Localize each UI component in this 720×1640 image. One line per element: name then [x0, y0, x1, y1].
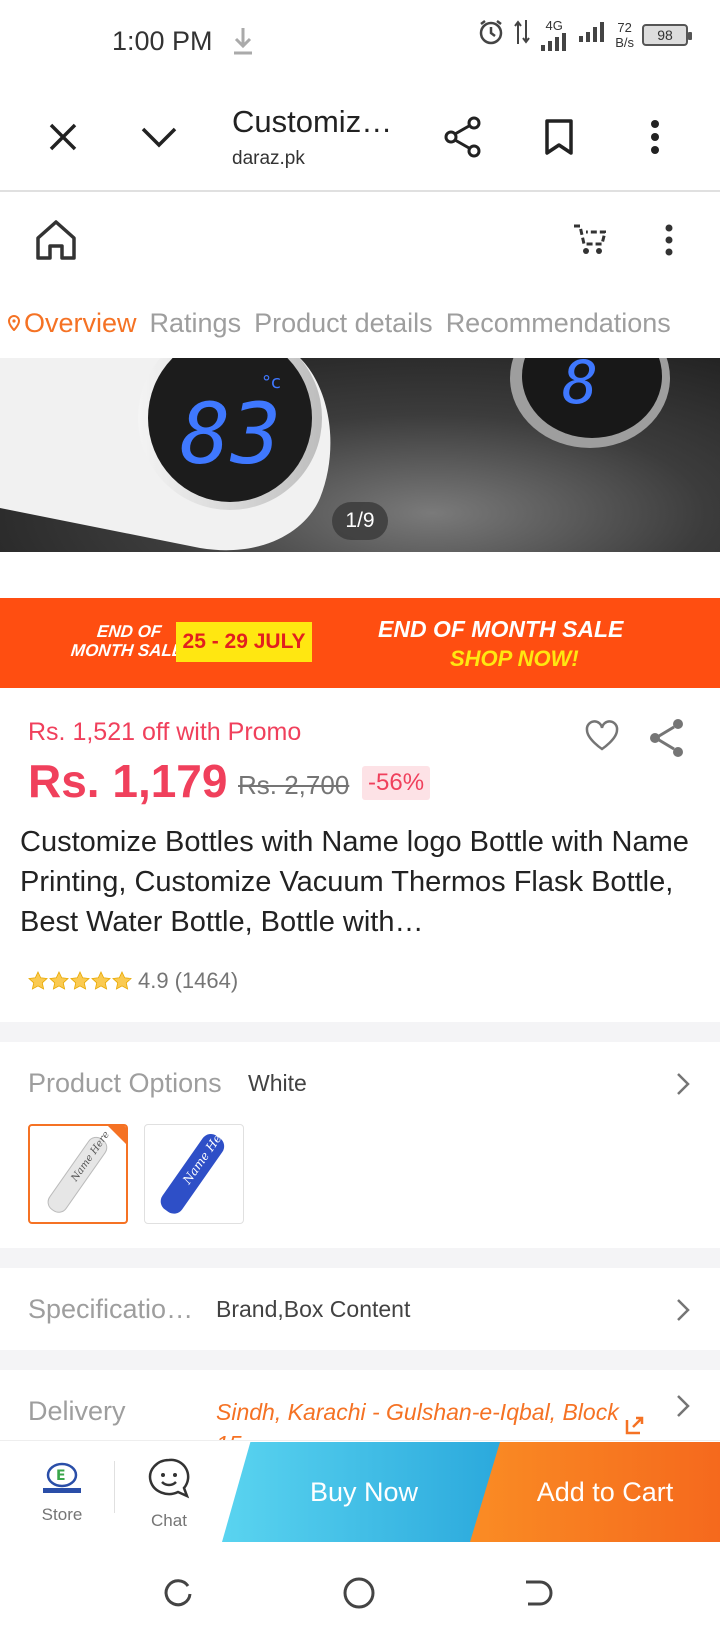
tab-overview[interactable]: Overview — [8, 308, 137, 339]
product-share-icon[interactable] — [648, 718, 686, 763]
network-speed: 72 B/s — [615, 19, 634, 50]
browser-toolbar: Customiz… daraz.pk — [0, 82, 720, 192]
chevron-down-icon[interactable] — [134, 112, 184, 162]
star-icon — [28, 971, 48, 990]
tab-ratings[interactable]: Ratings — [150, 308, 242, 339]
network-type: 4G — [545, 18, 563, 33]
svg-text:Name Here: Name Here — [69, 1129, 112, 1184]
wishlist-heart-icon[interactable] — [584, 720, 620, 757]
chat-icon — [148, 1458, 190, 1499]
battery-icon: 98 — [642, 23, 692, 46]
sale-banner[interactable]: END OF MONTH SALE 25 - 29 JULY END OF MO… — [0, 598, 720, 688]
options-selected: White — [248, 1070, 307, 1096]
share-icon[interactable] — [438, 112, 488, 162]
section-tabs: Overview Ratings Product details Recomme… — [0, 288, 720, 358]
signal-icon — [541, 33, 567, 51]
svg-text:83: 83 — [180, 385, 281, 483]
original-price: Rs. 2,700 — [238, 770, 350, 800]
recent-apps-icon[interactable] — [162, 1576, 194, 1613]
page-url: daraz.pk — [232, 148, 305, 169]
back-icon[interactable] — [522, 1576, 554, 1613]
site-header — [0, 194, 720, 288]
star-icon — [49, 971, 69, 990]
image-counter: 1/9 — [332, 502, 388, 540]
star-icon — [70, 971, 90, 990]
network-indicator: 4G — [539, 18, 569, 51]
store-logo-icon: E — [43, 1462, 81, 1493]
rating-value: 4.9 — [138, 968, 169, 993]
product-title: Customize Bottles with Name logo Bottle … — [20, 826, 689, 938]
alarm-icon — [477, 18, 505, 51]
specifications-value: Brand,Box Content — [216, 1296, 411, 1322]
banner-headline: END OF MONTH SALE — [378, 616, 624, 642]
svg-text:Name Here: Name Here — [179, 1125, 231, 1188]
tab-recommendations[interactable]: Recommendations — [446, 308, 671, 339]
status-bar: 1:00 PM 4G 72 B/s 98 — [0, 0, 720, 82]
delivery-label: Delivery — [28, 1396, 126, 1426]
svg-text:8: 8 — [562, 358, 598, 418]
rating-count: (1464) — [174, 968, 239, 993]
buy-now-button[interactable]: Buy Now — [222, 1442, 506, 1542]
delivery-location: Sindh, Karachi - Gulshan-e-Iqbal, Block … — [216, 1399, 619, 1440]
site-menu-icon[interactable] — [664, 224, 674, 261]
download-icon — [232, 26, 254, 61]
section-divider — [0, 1350, 720, 1370]
home-icon[interactable] — [34, 218, 78, 267]
status-time: 1:00 PM — [112, 26, 213, 56]
star-icon — [91, 971, 111, 990]
banner-badge: END OF MONTH SALE — [70, 622, 185, 660]
current-price: Rs. 1,179 — [28, 755, 228, 807]
banner-dates: 25 - 29 JULY — [176, 622, 312, 662]
page-title: Customiz… — [232, 104, 393, 139]
specifications-label: Specificatio… — [28, 1294, 194, 1324]
system-nav-bar — [0, 1546, 720, 1640]
options-label: Product Options — [28, 1068, 222, 1098]
action-separator — [114, 1461, 115, 1513]
chevron-right-icon — [676, 1072, 690, 1101]
star-rating — [28, 971, 132, 991]
svg-text:E: E — [56, 1468, 66, 1484]
bookmark-icon[interactable] — [534, 112, 584, 162]
cart-icon[interactable] — [572, 220, 607, 261]
section-divider — [0, 1022, 720, 1042]
option-thumb-white[interactable]: Name Here — [28, 1124, 128, 1224]
section-divider — [0, 1248, 720, 1268]
edit-location-icon[interactable] — [624, 1414, 646, 1441]
close-icon[interactable] — [38, 112, 88, 162]
discount-badge: -56% — [362, 766, 431, 800]
svg-text:°c: °c — [262, 372, 281, 393]
chevron-right-icon — [676, 1298, 690, 1327]
signal-icon-2 — [577, 22, 607, 47]
rating-summary[interactable]: 4.9 (1464) — [28, 968, 238, 994]
promo-text: Rs. 1,521 off with Promo — [28, 718, 302, 746]
chat-button[interactable]: Chat — [138, 1457, 200, 1531]
store-button[interactable]: E Store — [34, 1461, 90, 1525]
blue-bottle-image: Name Here — [160, 1125, 232, 1214]
chevron-right-icon — [676, 1394, 690, 1423]
tab-product-details[interactable]: Product details — [254, 308, 433, 339]
add-to-cart-button[interactable]: Add to Cart — [470, 1442, 720, 1542]
option-thumb-blue[interactable]: Name Here — [144, 1124, 244, 1224]
home-nav-icon[interactable] — [342, 1576, 376, 1615]
selected-corner — [108, 1126, 126, 1144]
location-pin-icon — [8, 315, 20, 331]
star-icon — [112, 971, 132, 990]
banner-cta: SHOP NOW! — [450, 646, 579, 671]
more-vert-icon[interactable] — [630, 112, 680, 162]
data-transfer-icon — [513, 18, 531, 51]
